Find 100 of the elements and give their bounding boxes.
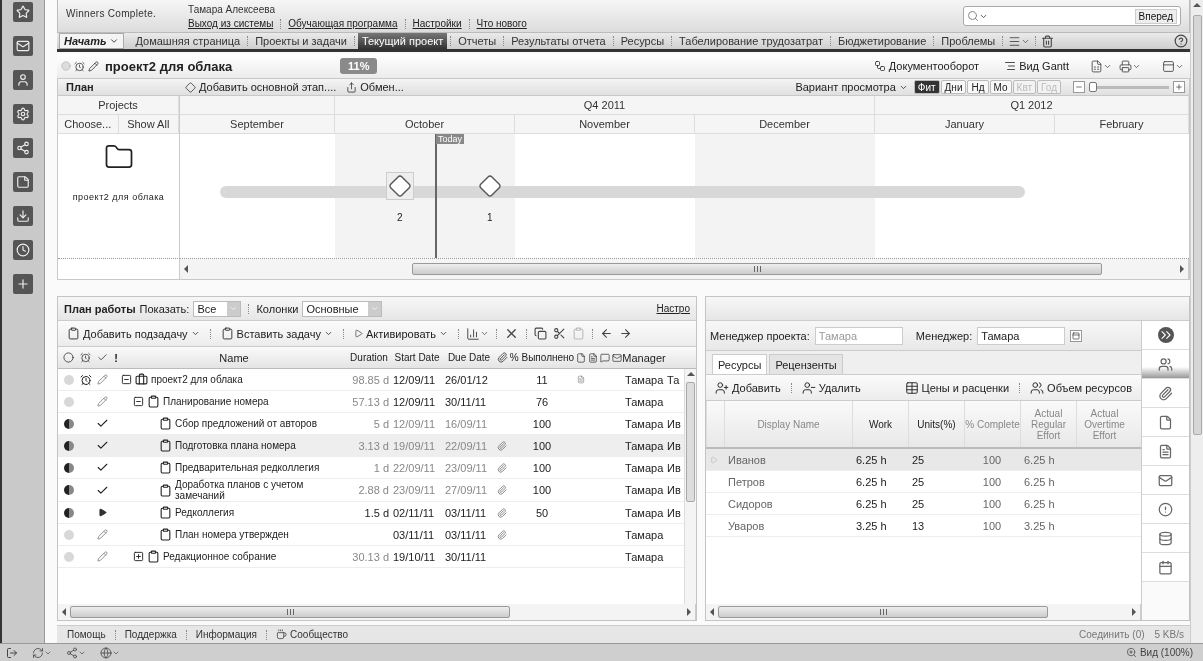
header-link[interactable]: Настройки <box>412 18 462 29</box>
today-label: Today <box>436 134 465 144</box>
footer-link[interactable]: Помощь <box>63 629 110 640</box>
nav-tab[interactable]: Домашняя страница <box>131 33 245 49</box>
nav-tab[interactable]: Отчеты <box>454 33 501 49</box>
field-label: Менеджер проекта: <box>710 329 810 342</box>
month-header: November <box>515 115 695 134</box>
column-header[interactable]: Duration <box>350 352 388 363</box>
footer-link[interactable]: Информация <box>191 629 262 640</box>
resource-row[interactable]: Иванов 6.25 h 25 100 6.25 h <box>706 449 1141 471</box>
resource-action-button[interactable]: Добавить <box>710 380 786 395</box>
nav-tab[interactable]: Текущий проект <box>357 33 448 49</box>
units-cell-text: 13 <box>911 519 926 532</box>
search-field[interactable]: Вперед <box>963 6 1181 26</box>
scale-button[interactable]: Мо <box>989 80 1012 94</box>
resource-action-button[interactable]: Цены и расценки <box>899 380 1015 395</box>
due-date-cell: 30/11/11 <box>445 395 487 408</box>
start-date-cell: 02/11/11 <box>393 506 435 519</box>
column-header[interactable]: % Выполнено <box>509 352 575 363</box>
duration-cell: 1 d <box>373 461 389 474</box>
project-title: проект2 для облака <box>105 58 234 74</box>
column-header[interactable]: Due Date <box>447 352 491 363</box>
start-date-cell: 03/11/11 <box>393 528 435 541</box>
zoom-level-button[interactable]: Вид (100%) <box>1119 646 1199 659</box>
start-menu-button[interactable]: Начать <box>59 33 124 49</box>
header-link[interactable]: Обучающая программа <box>288 18 398 29</box>
nav-tab[interactable]: Ресурсы <box>616 33 669 49</box>
plan-action-button[interactable]: Обмен... <box>341 81 409 93</box>
progress-badge: 11% <box>340 58 378 74</box>
scale-button[interactable]: Дни <box>940 80 967 94</box>
column-header[interactable]: ! <box>114 351 118 364</box>
column-header[interactable]: Start Date <box>394 352 440 363</box>
manager-cell: Тамара <box>625 484 664 496</box>
nav-tab[interactable]: Результаты отчета <box>507 33 610 49</box>
show-select[interactable]: Все <box>193 300 242 317</box>
nav-tab[interactable]: Табелирование трудозатрат <box>675 33 827 49</box>
resource-cell: Ив <box>667 484 681 496</box>
manager-field[interactable]: Тамара <box>977 326 1066 345</box>
connect-label: Соединить (0) <box>1079 629 1145 640</box>
nav-tab[interactable]: Проблемы <box>937 33 1000 49</box>
columns-select[interactable]: Основные <box>302 300 383 317</box>
scale-button[interactable]: Фит <box>913 80 940 94</box>
start-date-cell: 12/09/11 <box>393 417 435 430</box>
columns-label: Колонки <box>256 302 299 315</box>
due-date-cell: 23/09/11 <box>445 461 487 474</box>
column-header[interactable]: Name <box>121 351 347 364</box>
due-date-cell: 22/09/11 <box>445 439 487 452</box>
task-row[interactable]: Подготовка плана номера 3.13 d 19/09/11 22/09/11 100 Тамара Ив <box>58 435 684 457</box>
resource-cell: Ив <box>667 439 681 452</box>
choose-button[interactable]: Choose... <box>58 115 119 134</box>
quarter-label: Q1 2012 <box>1010 99 1053 111</box>
due-date-cell: 03/11/11 <box>445 506 487 519</box>
resource-tab[interactable]: Рецензенты <box>769 354 843 374</box>
units-cell-text: 25 <box>911 453 926 466</box>
task-row[interactable]: Доработка планов с учетом замечаний 2.88 d 23/09/11 27/09/11 100 Тамара Ив <box>58 479 684 502</box>
percent-cell: 50 <box>535 506 549 519</box>
manager-cell: Тамара <box>625 506 664 519</box>
resource-tab[interactable]: Ресурсы <box>712 354 768 374</box>
panel-title: План работы <box>64 302 136 315</box>
task-name: Планирование номера <box>163 396 269 407</box>
percent-cell: 11 <box>536 373 548 386</box>
header-link[interactable]: Что нового <box>476 18 527 29</box>
settings-link[interactable]: Настро <box>656 303 690 314</box>
task-action-button[interactable]: Добавить подзадачу <box>62 327 205 340</box>
complete-cell-text: 100 <box>981 497 1003 510</box>
view-button[interactable]: Вид Gantt <box>998 59 1075 73</box>
manager-cell: Тамара <box>625 395 664 408</box>
view-variant-dropdown[interactable]: Вариант просмотра <box>790 81 913 93</box>
work-cell-text: 6.25 h <box>855 475 888 488</box>
speed-label: 5 KB/s <box>1154 629 1184 640</box>
footer-link[interactable]: Сообщество <box>272 629 353 640</box>
resource-cell: Ив <box>667 417 681 430</box>
effort-cell-text: 6.25 h <box>1023 453 1056 466</box>
column-header[interactable]: Manager <box>623 351 665 364</box>
duration-cell: 5 d <box>373 417 389 430</box>
month-header: February <box>1055 115 1189 134</box>
scale-button[interactable]: Нд <box>967 80 989 94</box>
manager-cell: Тамара <box>625 528 664 541</box>
task-name: Редколлегия <box>175 507 235 518</box>
column-header[interactable]: Work <box>852 401 908 447</box>
milestone-label: 2 <box>397 212 403 223</box>
footer-link[interactable]: Поддержка <box>120 629 181 640</box>
nav-tab[interactable]: Бюджетирование <box>833 33 931 49</box>
task-action-button[interactable]: Вставить задачу <box>215 327 338 340</box>
task-action-button[interactable]: Активировать <box>349 327 454 340</box>
task-name: проект2 для облака <box>151 374 243 385</box>
manager-cell: Тамара <box>625 550 664 563</box>
show-all-button[interactable]: Show All <box>118 115 179 134</box>
plan-action-button[interactable]: Добавить основной этап.... <box>180 81 342 93</box>
view-button[interactable]: Документооборот <box>867 59 986 73</box>
resource-cell: Ив <box>667 506 681 519</box>
plan-title: План <box>65 81 95 93</box>
go-button[interactable]: Вперед <box>1134 8 1177 24</box>
resource-cell: Та <box>667 373 680 386</box>
nav-tab[interactable]: Проекты и задачи <box>251 33 351 49</box>
header-link[interactable]: Выход из системы <box>188 18 274 29</box>
resource-action-button[interactable]: Объем ресурсов <box>1025 380 1137 395</box>
column-header[interactable]: Units(%) <box>908 401 964 447</box>
complete-cell-text: 100 <box>981 519 1003 532</box>
resource-action-button[interactable]: Удалить <box>796 380 866 395</box>
